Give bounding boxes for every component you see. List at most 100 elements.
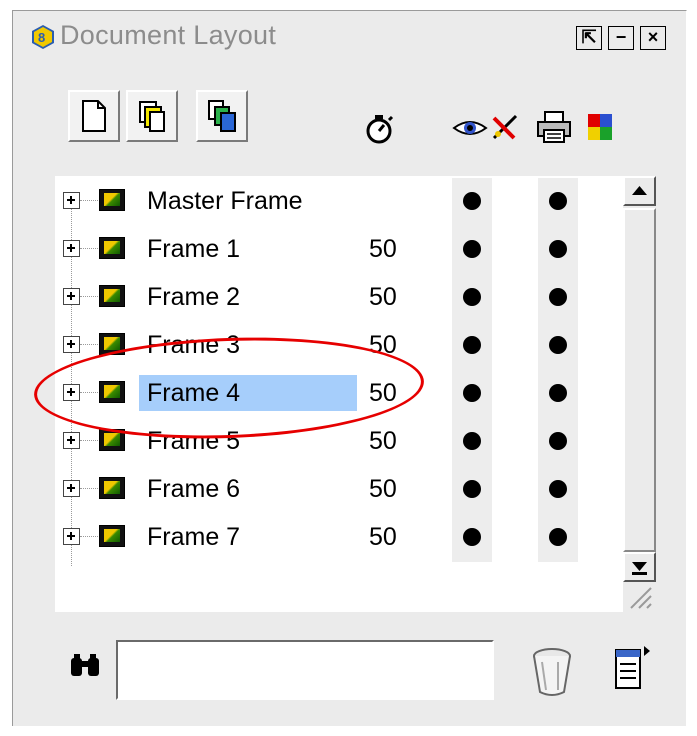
print-dot-icon — [549, 528, 567, 546]
print-toggle[interactable] — [538, 466, 578, 514]
printer-icon[interactable] — [535, 110, 575, 144]
frame-label[interactable]: Frame 7 — [139, 519, 248, 555]
frame-icon — [99, 237, 125, 259]
print-toggle[interactable] — [538, 514, 578, 562]
frame-row[interactable]: Frame 5 50 — [55, 418, 623, 466]
vertical-scrollbar[interactable] — [623, 176, 656, 612]
expand-icon[interactable] — [63, 288, 80, 305]
expand-icon[interactable] — [63, 528, 80, 545]
trash-icon[interactable] — [528, 646, 576, 698]
duplicate-icon — [139, 101, 165, 132]
visible-dot-icon — [463, 432, 481, 450]
visible-dot-icon — [463, 240, 481, 258]
tree-connector — [80, 488, 98, 489]
expand-icon[interactable] — [63, 480, 80, 497]
lock-pencil-icon[interactable] — [490, 112, 520, 142]
frame-label[interactable]: Frame 1 — [139, 231, 248, 267]
print-dot-icon — [549, 384, 567, 402]
print-dot-icon — [549, 336, 567, 354]
title-bar[interactable]: 8 Document Layout ⇱ − × — [16, 14, 684, 62]
frame-row[interactable]: Frame 4 50 — [55, 370, 623, 418]
visible-dot-icon — [463, 336, 481, 354]
minimize-button[interactable]: − — [608, 26, 634, 50]
binoculars-icon[interactable] — [68, 652, 102, 680]
print-dot-icon — [549, 432, 567, 450]
frame-row[interactable]: Frame 2 50 — [55, 274, 623, 322]
tree-connector — [80, 536, 98, 537]
frame-label[interactable]: Frame 6 — [139, 471, 248, 507]
print-toggle[interactable] — [538, 322, 578, 370]
print-toggle[interactable] — [538, 370, 578, 418]
stopwatch-icon — [366, 115, 394, 144]
tree-connector — [80, 440, 98, 441]
expand-icon[interactable] — [63, 336, 80, 353]
duplicate-frame-button[interactable] — [126, 90, 178, 142]
frame-icon — [99, 429, 125, 451]
visibility-toggle[interactable] — [452, 370, 492, 418]
visibility-toggle[interactable] — [452, 322, 492, 370]
frame-icon — [99, 189, 125, 211]
expand-icon[interactable] — [63, 384, 80, 401]
scroll-down-button[interactable] — [623, 552, 656, 582]
visibility-toggle[interactable] — [452, 178, 492, 226]
print-dot-icon — [549, 480, 567, 498]
print-toggle[interactable] — [538, 226, 578, 274]
app-logo-icon: 8 — [32, 25, 54, 49]
tree-connector — [80, 200, 98, 201]
expand-icon[interactable] — [63, 432, 80, 449]
new-frame-button[interactable] — [68, 90, 120, 142]
frame-label[interactable]: Frame 5 — [139, 423, 248, 459]
frame-duration[interactable]: 50 — [369, 519, 397, 555]
copy-frame-button[interactable] — [196, 90, 248, 142]
resize-grip-icon[interactable] — [625, 584, 653, 610]
eye-icon[interactable] — [452, 116, 488, 140]
visibility-toggle[interactable] — [452, 274, 492, 322]
list-menu-icon[interactable] — [612, 644, 652, 694]
search-input[interactable] — [116, 640, 494, 700]
visible-dot-icon — [463, 192, 481, 210]
print-dot-icon — [549, 192, 567, 210]
visible-dot-icon — [463, 288, 481, 306]
frame-label[interactable]: Frame 4 — [139, 375, 357, 411]
close-button[interactable]: × — [640, 26, 666, 50]
frame-duration[interactable]: 50 — [369, 279, 397, 315]
restore-button[interactable]: ⇱ — [576, 26, 602, 50]
print-dot-icon — [549, 240, 567, 258]
window-title: Document Layout — [60, 20, 277, 50]
print-toggle[interactable] — [538, 274, 578, 322]
visible-dot-icon — [463, 528, 481, 546]
color-icon[interactable] — [588, 114, 612, 140]
visibility-toggle[interactable] — [452, 418, 492, 466]
tree-connector — [80, 296, 98, 297]
frame-duration[interactable]: 50 — [369, 471, 397, 507]
print-toggle[interactable] — [538, 418, 578, 466]
expand-icon[interactable] — [63, 240, 80, 257]
frame-row[interactable]: Frame 6 50 — [55, 466, 623, 514]
frame-duration[interactable]: 50 — [369, 231, 397, 267]
frame-label[interactable]: Frame 2 — [139, 279, 248, 315]
frame-row[interactable]: Master Frame — [55, 178, 623, 226]
tree-connector — [80, 248, 98, 249]
frame-label[interactable]: Frame 3 — [139, 327, 248, 363]
scroll-up-button[interactable] — [623, 176, 656, 206]
frame-duration[interactable]: 50 — [369, 375, 397, 411]
tree-connector — [80, 344, 98, 345]
scroll-thumb[interactable] — [623, 208, 656, 552]
copy-pages-icon — [208, 100, 236, 132]
frame-duration[interactable]: 50 — [369, 327, 397, 363]
frame-label[interactable]: Master Frame — [139, 183, 311, 219]
frame-row[interactable]: Frame 7 50 — [55, 514, 623, 562]
frame-row[interactable]: Frame 3 50 — [55, 322, 623, 370]
visibility-toggle[interactable] — [452, 514, 492, 562]
print-toggle[interactable] — [538, 178, 578, 226]
frame-icon — [99, 333, 125, 355]
visibility-toggle[interactable] — [452, 226, 492, 274]
expand-icon[interactable] — [63, 192, 80, 209]
frame-duration[interactable]: 50 — [369, 423, 397, 459]
visible-dot-icon — [463, 384, 481, 402]
frame-icon — [99, 285, 125, 307]
frame-row[interactable]: Frame 1 50 — [55, 226, 623, 274]
visibility-toggle[interactable] — [452, 466, 492, 514]
frame-list[interactable]: Master Frame Frame 1 50 Frame 2 50 Frame 3 50 F… — [55, 176, 623, 612]
svg-text:8: 8 — [38, 30, 45, 45]
